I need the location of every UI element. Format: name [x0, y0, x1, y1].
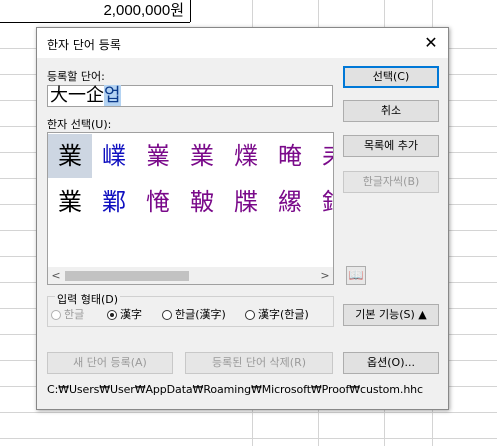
dialog-title: 한자 단어 등록: [47, 38, 121, 52]
hangul-per-char-button[interactable]: 한글자씩(B): [343, 171, 439, 193]
word-input[interactable]: 大一企업: [47, 85, 333, 107]
radio-hangul-hanja[interactable]: 한글(漢字): [162, 308, 226, 322]
options-button[interactable]: 옵션(O)...: [343, 352, 439, 374]
grid-line: [0, 438, 497, 439]
hanja-candidate[interactable]: 嶪: [136, 134, 180, 178]
dialog-titlebar: 한자 단어 등록 ✕: [37, 28, 448, 58]
scroll-left-icon[interactable]: <: [48, 267, 64, 284]
hanja-candidate-list[interactable]: 業 嶫 嶪 業 㸁 晻 耒 業 鄴 㤿 鞁 牒 縲 鉒 < >: [47, 132, 334, 285]
hanja-candidate[interactable]: 晻: [268, 134, 312, 178]
horizontal-scrollbar[interactable]: < >: [48, 267, 333, 284]
hanja-candidate[interactable]: 業: [48, 134, 92, 178]
radio-label: 한글(漢字): [175, 308, 226, 321]
radio-label: 漢字: [120, 308, 142, 321]
radio-label: 漢字(한글): [258, 308, 309, 321]
cell-border: [0, 22, 190, 23]
radio-hangul[interactable]: 한글: [51, 308, 84, 322]
hanja-candidate[interactable]: 業: [48, 180, 92, 224]
radio-dot: [245, 310, 255, 320]
cell-border: [190, 0, 191, 22]
hanja-select-label: 한자 선택(U):: [47, 118, 112, 131]
hanja-candidate[interactable]: 㤿: [136, 180, 180, 224]
grid-line: [0, 412, 497, 413]
hanja-candidate[interactable]: 鞁: [180, 180, 224, 224]
radio-dot: [162, 310, 172, 320]
add-to-list-button[interactable]: 목록에 추가: [343, 135, 439, 157]
input-form-label: 입력 형태(D): [55, 291, 121, 307]
hanja-candidate[interactable]: 縲: [268, 180, 312, 224]
radio-hanja[interactable]: 漢字: [107, 308, 142, 322]
word-selected-syllable: 업: [104, 85, 121, 106]
radio-hanja-hangul[interactable]: 漢字(한글): [245, 308, 309, 322]
hanja-candidate[interactable]: 業: [180, 134, 224, 178]
hanja-candidate[interactable]: 鉒: [312, 180, 333, 224]
dictionary-file-path: C:₩Users₩User₩AppData₩Roaming₩Microsoft₩…: [47, 383, 424, 396]
hanja-candidate[interactable]: 嶫: [92, 134, 136, 178]
scroll-right-icon[interactable]: >: [317, 267, 333, 284]
scrollbar-thumb[interactable]: [65, 271, 189, 281]
word-label: 등록할 단어:: [47, 70, 105, 83]
cell-value[interactable]: 2,000,000원: [60, 0, 184, 21]
radio-dot: [51, 310, 61, 320]
basic-features-button[interactable]: 기본 기능(S) ▲: [343, 304, 439, 326]
radio-dot: [107, 310, 117, 320]
register-new-word-button[interactable]: 새 단어 등록(A): [47, 352, 173, 374]
hanja-word-register-dialog: 한자 단어 등록 ✕ 등록할 단어: 大一企업 한자 선택(U): 業 嶫 嶪 …: [36, 27, 449, 410]
cancel-button[interactable]: 취소: [343, 100, 439, 122]
hanja-candidate[interactable]: 牒: [224, 180, 268, 224]
hanja-candidate[interactable]: 耒: [312, 134, 333, 178]
book-icon[interactable]: 📖: [346, 266, 366, 285]
select-button[interactable]: 선택(C): [343, 66, 439, 88]
hanja-candidate[interactable]: 㸁: [224, 134, 268, 178]
delete-registered-word-button[interactable]: 등록된 단어 삭제(R): [185, 352, 333, 374]
radio-label: 한글: [64, 308, 85, 321]
hanja-candidate[interactable]: 鄴: [92, 180, 136, 224]
close-icon[interactable]: ✕: [422, 33, 440, 52]
word-prefix: 大一企: [50, 85, 104, 106]
